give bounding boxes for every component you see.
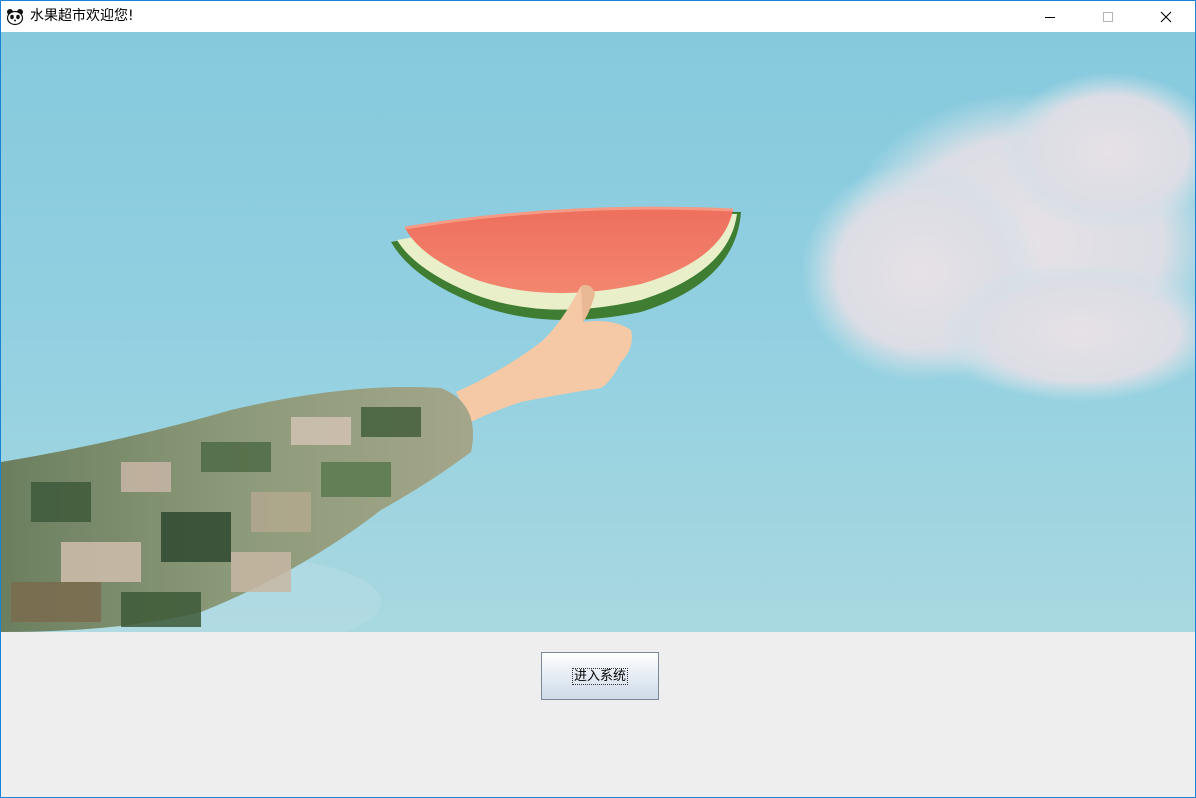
enter-system-button[interactable]: 进入系统 bbox=[541, 652, 659, 700]
maximize-button[interactable] bbox=[1079, 1, 1137, 32]
action-panel: 进入系统 bbox=[1, 632, 1195, 797]
minimize-icon bbox=[1045, 16, 1055, 18]
app-window: 水果超市欢迎您! 进入系统 bbox=[0, 0, 1196, 798]
close-icon bbox=[1160, 11, 1172, 22]
watermelon-sky-photo bbox=[1, 32, 1195, 632]
minimize-button[interactable] bbox=[1021, 1, 1079, 32]
maximize-icon bbox=[1103, 11, 1113, 22]
close-button[interactable] bbox=[1137, 1, 1195, 32]
window-controls bbox=[1021, 1, 1195, 32]
banner-image bbox=[1, 32, 1195, 632]
enter-system-label: 进入系统 bbox=[571, 667, 629, 685]
title-bar[interactable]: 水果超市欢迎您! bbox=[1, 1, 1195, 32]
panda-icon bbox=[6, 8, 24, 25]
window-title: 水果超市欢迎您! bbox=[30, 8, 134, 24]
